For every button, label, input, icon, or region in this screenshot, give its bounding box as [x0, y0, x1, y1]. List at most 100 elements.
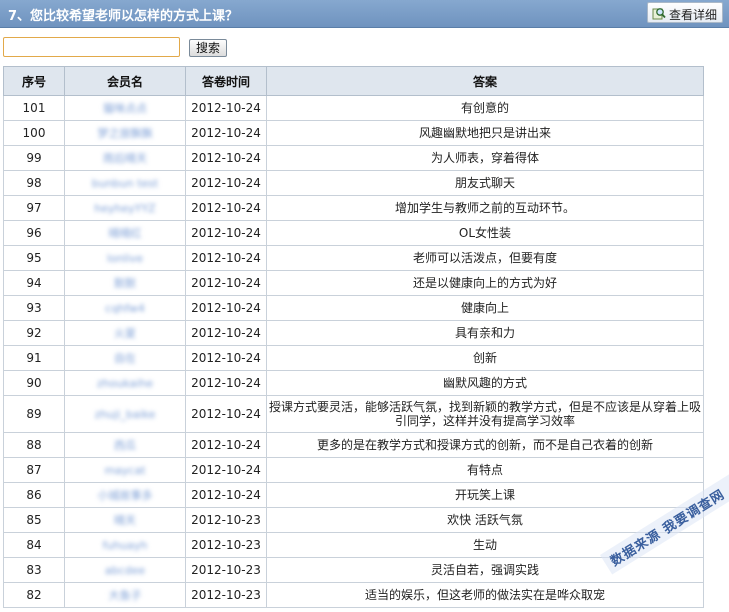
- row-id-cell: 101: [3, 95, 65, 121]
- row-member-cell: 梦之旅飘飘: [64, 120, 186, 146]
- row-answer-cell: OL女性装: [266, 220, 704, 246]
- table-row: 92 火夏 2012-10-24 具有亲和力: [3, 320, 704, 346]
- row-member-cell: bunbun test: [64, 170, 186, 196]
- row-id-cell: 95: [3, 245, 65, 271]
- row-member-cell: fuhuayh: [64, 532, 186, 558]
- row-id-cell: 89: [3, 395, 65, 433]
- row-time-cell: 2012-10-24: [185, 270, 267, 296]
- member-link[interactable]: maycat: [104, 464, 145, 478]
- row-member-cell: 晴天: [64, 507, 186, 533]
- member-link[interactable]: 自在: [114, 352, 136, 366]
- row-member-cell: heyheyYYZ: [64, 195, 186, 221]
- member-link[interactable]: heyheyYYZ: [94, 202, 155, 216]
- row-answer-cell: 适当的娱乐，但这老师的做法实在是哗众取宠: [266, 582, 704, 608]
- row-member-cell: 小城故事多: [64, 482, 186, 508]
- member-link[interactable]: zhuji_baike: [95, 408, 156, 422]
- row-answer-cell: 为人师表，穿着得体: [266, 145, 704, 171]
- member-link[interactable]: 猫咪点点: [103, 102, 147, 116]
- row-id-cell: 84: [3, 532, 65, 558]
- row-answer-cell: 老师可以活泼点，但要有度: [266, 245, 704, 271]
- question-title: 7、您比较希望老师以怎样的方式上课？: [8, 9, 239, 24]
- row-time-cell: 2012-10-24: [185, 295, 267, 321]
- row-answer-cell: 欢快 活跃气氛: [266, 507, 704, 533]
- member-link[interactable]: 火夏: [114, 327, 136, 341]
- member-link[interactable]: fuhuayh: [102, 539, 147, 553]
- row-time-cell: 2012-10-24: [185, 220, 267, 246]
- row-answer-cell: 具有亲和力: [266, 320, 704, 346]
- table-row: 99 雨后晴天 2012-10-24 为人师表，穿着得体: [3, 145, 704, 171]
- search-button[interactable]: 搜索: [189, 39, 227, 57]
- table-row: 95 lonlive 2012-10-24 老师可以活泼点，但要有度: [3, 245, 704, 271]
- view-details-label: 查看详细: [669, 8, 718, 22]
- row-time-cell: 2012-10-24: [185, 457, 267, 483]
- table-row: 101 猫咪点点 2012-10-24 有创意的: [3, 95, 704, 121]
- table-row: 97 heyheyYYZ 2012-10-24 增加学生与教师之前的互动环节。: [3, 195, 704, 221]
- row-answer-cell: 创新: [266, 345, 704, 371]
- row-member-cell: 火夏: [64, 320, 186, 346]
- row-time-cell: 2012-10-24: [185, 170, 267, 196]
- row-id-cell: 87: [3, 457, 65, 483]
- answers-table: 序号 会员名 答卷时间 答案 101 猫咪点点 2012-10-24 有创意的 100 梦…: [3, 66, 704, 608]
- table-row: 93 cqhfw4 2012-10-24 健康向上: [3, 295, 704, 321]
- row-time-cell: 2012-10-24: [185, 320, 267, 346]
- row-id-cell: 90: [3, 370, 65, 396]
- row-answer-cell: 有创意的: [266, 95, 704, 121]
- row-id-cell: 82: [3, 582, 65, 608]
- row-answer-cell: 更多的是在教学方式和授课方式的创新，而不是自己衣着的创新: [266, 432, 704, 458]
- row-time-cell: 2012-10-23: [185, 507, 267, 533]
- row-id-cell: 96: [3, 220, 65, 246]
- row-id-cell: 86: [3, 482, 65, 508]
- row-member-cell: 默默: [64, 270, 186, 296]
- member-link[interactable]: 雨后晴天: [103, 152, 147, 166]
- row-time-cell: 2012-10-24: [185, 432, 267, 458]
- table-row: 87 maycat 2012-10-24 有特点: [3, 457, 704, 483]
- row-member-cell: 自在: [64, 345, 186, 371]
- row-time-cell: 2012-10-24: [185, 195, 267, 221]
- row-answer-cell: 还是以健康向上的方式为好: [266, 270, 704, 296]
- row-time-cell: 2012-10-24: [185, 95, 267, 121]
- row-time-cell: 2012-10-24: [185, 395, 267, 433]
- question-header: 7、您比较希望老师以怎样的方式上课？ 查看详细: [0, 0, 729, 28]
- column-header-answer[interactable]: 答案: [266, 66, 704, 96]
- row-id-cell: 92: [3, 320, 65, 346]
- member-link[interactable]: 晴晴红: [109, 227, 142, 241]
- row-time-cell: 2012-10-24: [185, 245, 267, 271]
- table-row: 86 小城故事多 2012-10-24 开玩笑上课: [3, 482, 704, 508]
- member-link[interactable]: abcdee: [105, 564, 145, 578]
- table-row: 100 梦之旅飘飘 2012-10-24 风趣幽默地把只是讲出来: [3, 120, 704, 146]
- member-link[interactable]: 西瓜: [114, 439, 136, 453]
- member-link[interactable]: 小城故事多: [98, 489, 153, 503]
- column-header-id[interactable]: 序号: [3, 66, 65, 96]
- search-input[interactable]: [3, 37, 180, 57]
- row-id-cell: 88: [3, 432, 65, 458]
- row-member-cell: lonlive: [64, 245, 186, 271]
- row-time-cell: 2012-10-24: [185, 370, 267, 396]
- table-row: 82 大鱼子 2012-10-23 适当的娱乐，但这老师的做法实在是哗众取宠: [3, 582, 704, 608]
- view-details-button[interactable]: 查看详细: [647, 2, 723, 23]
- member-link[interactable]: 梦之旅飘飘: [98, 127, 153, 141]
- member-link[interactable]: lonlive: [107, 252, 143, 266]
- row-answer-cell: 有特点: [266, 457, 704, 483]
- member-link[interactable]: cqhfw4: [105, 302, 145, 316]
- row-member-cell: 猫咪点点: [64, 95, 186, 121]
- table-row: 89 zhuji_baike 2012-10-24 授课方式要灵活，能够活跃气氛，找到…: [3, 395, 704, 433]
- member-link[interactable]: 大鱼子: [109, 589, 142, 603]
- row-member-cell: cqhfw4: [64, 295, 186, 321]
- row-answer-cell: 健康向上: [266, 295, 704, 321]
- member-link[interactable]: 晴天: [114, 514, 136, 528]
- member-link[interactable]: bunbun test: [92, 177, 158, 191]
- table-row: 83 abcdee 2012-10-23 灵活自若，强调实践: [3, 557, 704, 583]
- column-header-member[interactable]: 会员名: [64, 66, 186, 96]
- magnifier-icon: [652, 8, 666, 20]
- member-link[interactable]: zhoukaihe: [97, 377, 153, 391]
- table-row: 91 自在 2012-10-24 创新: [3, 345, 704, 371]
- row-member-cell: maycat: [64, 457, 186, 483]
- row-answer-cell: 增加学生与教师之前的互动环节。: [266, 195, 704, 221]
- row-id-cell: 85: [3, 507, 65, 533]
- row-time-cell: 2012-10-24: [185, 145, 267, 171]
- table-row: 96 晴晴红 2012-10-24 OL女性装: [3, 220, 704, 246]
- column-header-time[interactable]: 答卷时间: [185, 66, 267, 96]
- row-time-cell: 2012-10-23: [185, 557, 267, 583]
- member-link[interactable]: 默默: [114, 277, 136, 291]
- table-row: 98 bunbun test 2012-10-24 朋友式聊天: [3, 170, 704, 196]
